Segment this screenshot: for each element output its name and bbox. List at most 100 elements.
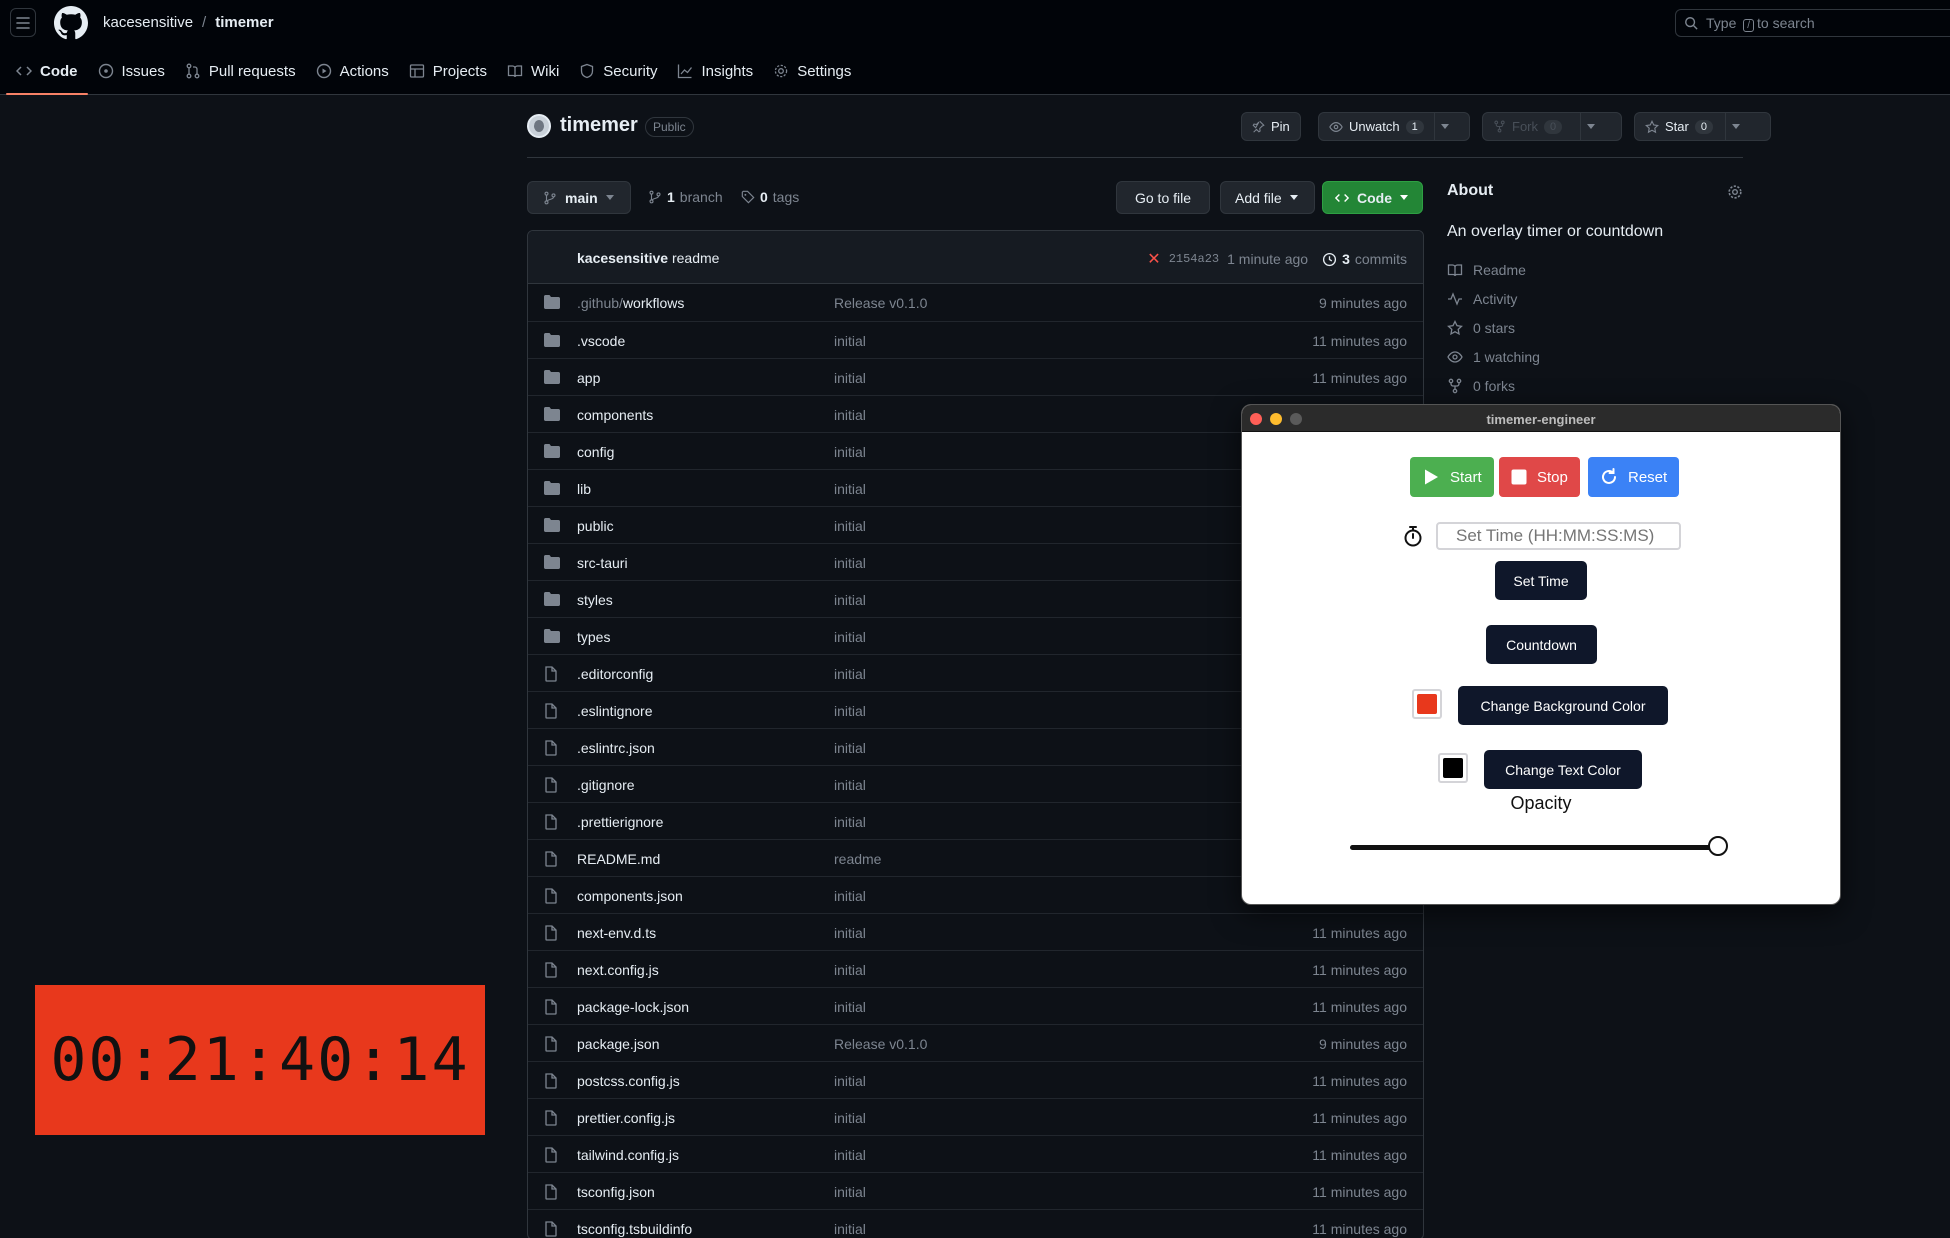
about-activity-link[interactable]: Activity — [1447, 284, 1743, 313]
file-name-link[interactable]: .eslintrc.json — [577, 740, 655, 756]
tab-actions[interactable]: Actions — [306, 52, 399, 90]
file-commit-message-link[interactable]: Release v0.1.0 — [834, 295, 927, 311]
start-button[interactable]: Start — [1410, 457, 1494, 497]
file-name-link[interactable]: .github/workflows — [577, 295, 684, 311]
file-name-link[interactable]: README.md — [577, 851, 660, 867]
file-name-link[interactable]: .gitignore — [577, 777, 635, 793]
file-name-link[interactable]: styles — [577, 592, 613, 608]
file-row[interactable]: package-lock.json initial 11 minutes ago — [528, 987, 1423, 1024]
file-name-link[interactable]: next.config.js — [577, 962, 659, 978]
opacity-slider-track[interactable] — [1350, 845, 1718, 850]
file-name-link[interactable]: public — [577, 518, 614, 534]
page-title[interactable]: timemer — [560, 114, 638, 137]
file-name-link[interactable]: components — [577, 407, 653, 423]
tab-pull-requests[interactable]: Pull requests — [175, 52, 306, 90]
file-commit-message-link[interactable]: initial — [834, 518, 866, 534]
file-commit-message-link[interactable]: initial — [834, 962, 866, 978]
file-name-link[interactable]: prettier.config.js — [577, 1110, 675, 1126]
file-name-link[interactable]: app — [577, 370, 600, 386]
code-button[interactable]: Code — [1322, 181, 1423, 214]
unwatch-button[interactable]: Unwatch 1 — [1318, 112, 1470, 141]
file-name-link[interactable]: .eslintignore — [577, 703, 653, 719]
file-row[interactable]: tailwind.config.js initial 11 minutes ago — [528, 1135, 1423, 1172]
tab-settings[interactable]: Settings — [763, 52, 861, 90]
breadcrumb-owner-link[interactable]: kacesensitive — [103, 14, 193, 31]
star-button[interactable]: Star 0 — [1634, 112, 1771, 141]
file-name-link[interactable]: postcss.config.js — [577, 1073, 680, 1089]
file-name-link[interactable]: .editorconfig — [577, 666, 653, 682]
branch-count-link[interactable]: 1 branch — [648, 189, 723, 205]
file-row[interactable]: .github/workflows Release v0.1.0 9 minutes… — [528, 284, 1423, 321]
file-name-link[interactable]: src-tauri — [577, 555, 628, 571]
tab-insights[interactable]: Insights — [667, 52, 763, 90]
file-commit-message-link[interactable]: initial — [834, 592, 866, 608]
file-name-link[interactable]: package.json — [577, 1036, 660, 1052]
file-commit-message-link[interactable]: initial — [834, 703, 866, 719]
change-background-color-button[interactable]: Change Background Color — [1458, 686, 1668, 725]
file-commit-message-link[interactable]: initial — [834, 925, 866, 941]
x-icon[interactable]: ✕ — [1147, 249, 1160, 269]
tab-security[interactable]: Security — [569, 52, 667, 90]
window-titlebar[interactable]: timemer-engineer — [1242, 405, 1840, 432]
file-commit-message-link[interactable]: initial — [834, 333, 866, 349]
countdown-button[interactable]: Countdown — [1486, 625, 1597, 664]
file-row[interactable]: postcss.config.js initial 11 minutes ago — [528, 1061, 1423, 1098]
breadcrumb-repo-link[interactable]: timemer — [215, 14, 273, 31]
commit-sha[interactable]: 2154a23 — [1169, 252, 1219, 266]
menu-icon[interactable] — [10, 8, 36, 37]
add-file-button[interactable]: Add file — [1220, 181, 1315, 214]
tab-wiki[interactable]: Wiki — [497, 52, 569, 90]
file-commit-message-link[interactable]: initial — [834, 1221, 866, 1237]
file-commit-message-link[interactable]: initial — [834, 1147, 866, 1163]
reset-button[interactable]: Reset — [1588, 457, 1680, 497]
file-commit-message-link[interactable]: initial — [834, 777, 866, 793]
file-name-link[interactable]: lib — [577, 481, 591, 497]
file-row[interactable]: next-env.d.ts initial 11 minutes ago — [528, 913, 1423, 950]
avatar[interactable] — [527, 114, 551, 138]
opacity-slider-thumb[interactable] — [1708, 836, 1728, 856]
file-commit-message-link[interactable]: Release v0.1.0 — [834, 1036, 927, 1052]
commit-author-link[interactable]: kacesensitive — [577, 250, 668, 266]
file-row[interactable]: app initial 11 minutes ago — [528, 358, 1423, 395]
file-row[interactable]: .vscode initial 11 minutes ago — [528, 321, 1423, 358]
about-stars-link[interactable]: 0 stars — [1447, 313, 1743, 342]
file-row[interactable]: prettier.config.js initial 11 minutes ago — [528, 1098, 1423, 1135]
about-readme-link[interactable]: Readme — [1447, 255, 1743, 284]
file-name-link[interactable]: types — [577, 629, 610, 645]
file-commit-message-link[interactable]: initial — [834, 888, 866, 904]
file-commit-message-link[interactable]: initial — [834, 666, 866, 682]
file-commit-message-link[interactable]: initial — [834, 1073, 866, 1089]
file-name-link[interactable]: tsconfig.json — [577, 1184, 655, 1200]
branch-select[interactable]: main — [527, 181, 631, 214]
file-name-link[interactable]: next-env.d.ts — [577, 925, 656, 941]
file-name-link[interactable]: config — [577, 444, 614, 460]
about-forks-link[interactable]: 0 forks — [1447, 371, 1743, 400]
commit-message-link[interactable]: readme — [672, 250, 719, 266]
file-name-link[interactable]: tailwind.config.js — [577, 1147, 679, 1163]
background-color-picker[interactable] — [1412, 689, 1442, 719]
file-name-link[interactable]: tsconfig.tsbuildinfo — [577, 1221, 692, 1237]
tab-projects[interactable]: Projects — [399, 52, 497, 90]
file-name-link[interactable]: components.json — [577, 888, 683, 904]
file-commit-message-link[interactable]: initial — [834, 999, 866, 1015]
file-commit-message-link[interactable]: initial — [834, 407, 866, 423]
file-row[interactable]: tsconfig.json initial 11 minutes ago — [528, 1172, 1423, 1209]
file-row[interactable]: tsconfig.tsbuildinfo initial 11 minutes ag… — [528, 1209, 1423, 1238]
file-commit-message-link[interactable]: initial — [834, 1110, 866, 1126]
file-commit-message-link[interactable]: initial — [834, 481, 866, 497]
about-watching-link[interactable]: 1 watching — [1447, 342, 1743, 371]
gear-icon[interactable] — [1727, 184, 1743, 200]
overlay-timer-display[interactable]: 00:21:40:14 — [35, 985, 485, 1135]
set-time-input[interactable] — [1436, 522, 1681, 550]
pin-button[interactable]: Pin — [1241, 112, 1301, 141]
file-name-link[interactable]: .vscode — [577, 333, 625, 349]
fork-button[interactable]: Fork 0 — [1482, 112, 1622, 141]
file-commit-message-link[interactable]: readme — [834, 851, 881, 867]
text-color-picker[interactable] — [1438, 753, 1468, 783]
go-to-file-button[interactable]: Go to file — [1116, 181, 1210, 214]
search-input[interactable]: Type / to search — [1675, 9, 1950, 37]
file-name-link[interactable]: package-lock.json — [577, 999, 689, 1015]
file-commit-message-link[interactable]: initial — [834, 444, 866, 460]
file-row[interactable]: package.json Release v0.1.0 9 minutes ago — [528, 1024, 1423, 1061]
file-commit-message-link[interactable]: initial — [834, 1184, 866, 1200]
